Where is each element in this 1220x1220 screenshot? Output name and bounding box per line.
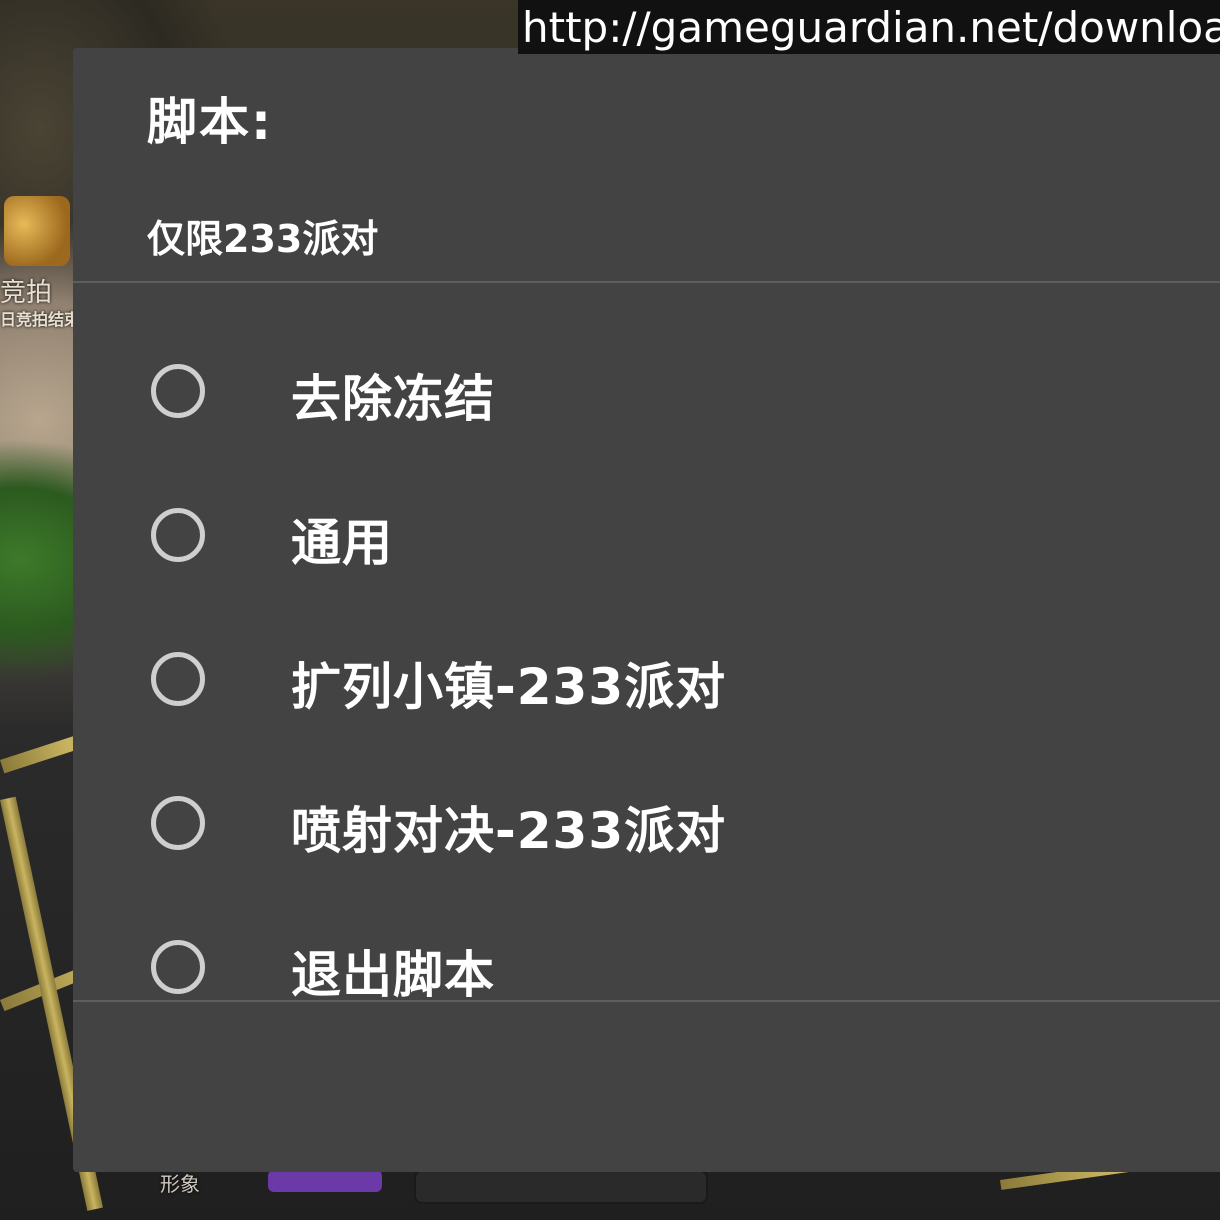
background-chip	[268, 1170, 382, 1192]
divider	[73, 1000, 1220, 1002]
option-exit-script[interactable]: 退出脚本	[73, 897, 1220, 999]
option-label: 喷射对决-233派对	[291, 802, 727, 860]
radio-button-icon[interactable]	[151, 940, 205, 994]
dialog-title: 脚本:	[147, 93, 273, 151]
radio-button-icon[interactable]	[151, 364, 205, 418]
background-auction-ended-label: 日竞拍结束	[0, 310, 81, 329]
background-banner	[414, 1170, 708, 1204]
option-label: 去除冻结	[291, 370, 495, 428]
gavel-icon	[4, 196, 70, 266]
background-shape-label: 形象	[160, 1172, 200, 1196]
dialog-subtitle: 仅限233派对	[147, 217, 379, 261]
option-list[interactable]: 去除冻结 通用 扩列小镇-233派对 喷射对决-233派对 退出脚本	[73, 321, 1220, 999]
option-general[interactable]: 通用	[73, 465, 1220, 609]
option-label: 退出脚本	[291, 946, 495, 999]
radio-button-icon[interactable]	[151, 508, 205, 562]
option-jet-duel[interactable]: 喷射对决-233派对	[73, 753, 1220, 897]
background-auction-label: 竞拍	[0, 278, 53, 308]
script-dialog: 脚本: 仅限233派对 去除冻结 通用 扩列小镇-233派对 喷射对决-233派…	[73, 48, 1220, 1172]
option-remove-freeze[interactable]: 去除冻结	[73, 321, 1220, 465]
option-kuolie-town[interactable]: 扩列小镇-233派对	[73, 609, 1220, 753]
radio-button-icon[interactable]	[151, 652, 205, 706]
radio-button-icon[interactable]	[151, 796, 205, 850]
option-label: 通用	[291, 514, 393, 572]
option-label: 扩列小镇-233派对	[291, 658, 727, 716]
divider	[73, 281, 1220, 283]
url-banner: http://gameguardian.net/download	[518, 0, 1220, 54]
